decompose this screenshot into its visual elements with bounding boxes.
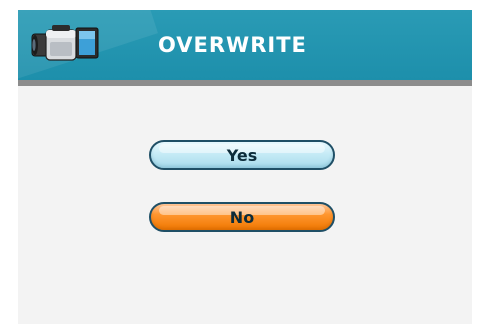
header-divider [18,80,472,86]
video-camera-icon [31,25,99,61]
yes-button-label: Yes [226,145,258,165]
no-button-label: No [229,207,255,227]
page-title: OVERWRITE [158,33,307,57]
overwrite-dialog: OVERWRITE Yes No [18,10,472,324]
yes-button[interactable]: Yes [149,140,335,170]
no-button[interactable]: No [149,202,335,232]
header-bar: OVERWRITE [18,10,472,83]
